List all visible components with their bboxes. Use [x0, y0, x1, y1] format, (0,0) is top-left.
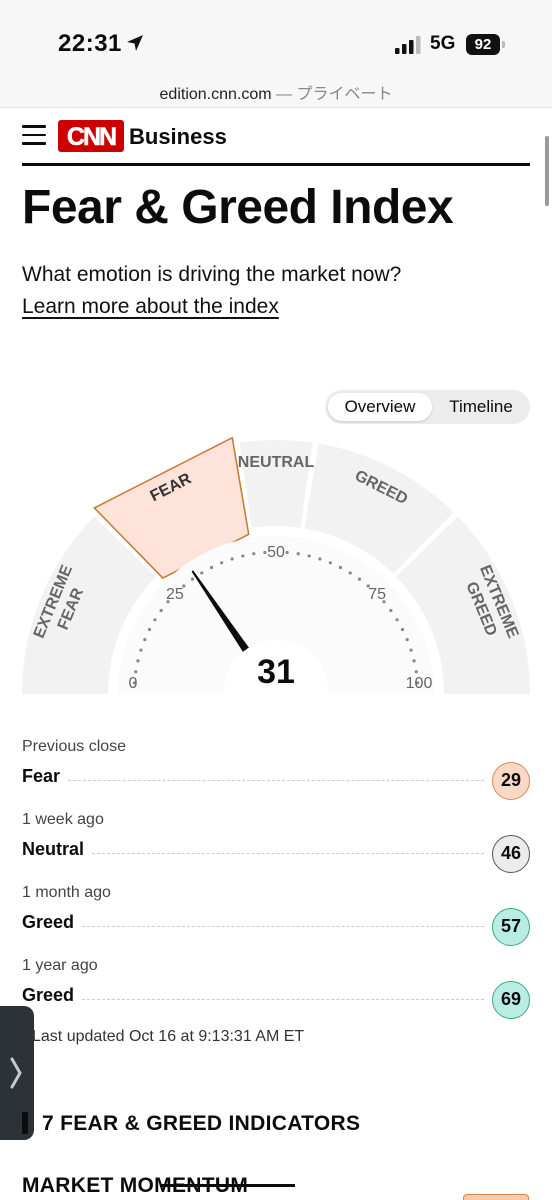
gauge-scale-dot	[285, 550, 289, 555]
history-score-badge: 46	[492, 835, 530, 873]
gauge-scale-dot	[348, 571, 352, 575]
dotted-leader	[92, 853, 484, 854]
gauge-scale-dot	[143, 638, 147, 642]
history-score-badge: 69	[492, 981, 530, 1019]
gauge-scale-dot	[307, 554, 311, 558]
gauge-scale-dot	[209, 565, 214, 570]
history-rating: Greed	[22, 985, 75, 1005]
last-updated: Last updated Oct 16 at 9:13:31 AM ET	[32, 1028, 305, 1045]
svg-text:CNN: CNN	[67, 123, 116, 151]
gauge-scale-dot	[252, 552, 256, 556]
gauge-segment-label: NEUTRAL	[238, 454, 315, 471]
view-toggle: Overview Timeline	[325, 390, 530, 424]
history-rating: Neutral	[22, 839, 85, 859]
gauge-scale-dot	[230, 557, 234, 561]
gauge-tick-label: 75	[368, 586, 386, 603]
gauge-scale-dot	[395, 618, 399, 622]
heading-accent-bar	[22, 1112, 28, 1134]
history-row-previous-close: Previous close Fear 29	[22, 738, 530, 811]
gauge-scale-dot	[134, 670, 138, 674]
tab-overview[interactable]: Overview	[328, 393, 432, 421]
gauge-scale-dot	[296, 552, 300, 556]
history-rating: Fear	[22, 766, 61, 786]
page-title: Fear & Greed Index	[22, 181, 454, 234]
history-row-1-month: 1 month ago Greed 57	[22, 884, 530, 957]
gauge-scale-dot	[263, 550, 267, 555]
gauge-scale-dot	[409, 648, 413, 652]
gauge-scale-dot	[389, 608, 393, 613]
gauge-tick-label: 50	[267, 544, 285, 561]
gauge-scale-dot	[200, 571, 204, 575]
history-row-1-year: 1 year ago Greed 69	[22, 957, 530, 1030]
gauge-tick-label: 0	[129, 675, 138, 692]
gauge-scale-dot	[357, 577, 362, 581]
gauge-scale-dot	[241, 554, 245, 558]
gauge-scale-dot	[153, 618, 157, 622]
gauge-scale-dot	[338, 565, 343, 570]
learn-more-link[interactable]: Learn more about the index	[22, 295, 279, 319]
dotted-leader	[68, 780, 484, 781]
history-list: Previous close Fear 29 1 week ago Neutra…	[22, 738, 530, 1030]
history-when: 1 month ago	[22, 884, 111, 901]
history-when: Previous close	[22, 738, 127, 755]
network-type: 5G	[430, 33, 456, 54]
signal-icon	[395, 36, 421, 54]
rating-tag	[463, 1194, 529, 1200]
history-when: 1 week ago	[22, 811, 104, 828]
gauge-scale-dot	[318, 557, 322, 561]
gauge-scale-dot	[400, 627, 405, 632]
indicators-title-text: 7 FEAR & GREED INDICATORS	[42, 1112, 361, 1135]
url-mode: — プライベート	[271, 86, 393, 103]
gauge-scale-dot	[220, 561, 224, 565]
gauge-scale-dot	[414, 670, 418, 674]
gauge-scale-dot	[412, 659, 416, 663]
history-when: 1 year ago	[22, 957, 98, 974]
status-time: 22:31	[58, 30, 122, 57]
menu-icon[interactable]	[22, 125, 46, 145]
section-name[interactable]: Business	[129, 124, 227, 150]
gauge-scale-dot	[328, 561, 332, 565]
dotted-leader	[82, 999, 484, 1000]
scrollbar[interactable]	[545, 136, 549, 206]
gauge-tick-label: 100	[406, 675, 433, 692]
history-score-badge: 29	[492, 762, 530, 800]
gauge-scale-dot	[159, 608, 163, 613]
location-arrow-icon	[127, 35, 143, 51]
battery-level: 92	[466, 34, 500, 55]
url-domain: edition.cnn.com	[159, 86, 272, 103]
status-bar: 22:31 5G 92	[0, 0, 552, 80]
page-subtitle: What emotion is driving the market now?	[22, 263, 402, 286]
gauge-scale-dot	[405, 638, 409, 642]
cnn-logo[interactable]: CNN	[58, 120, 124, 152]
history-row-1-week: 1 week ago Neutral 46	[22, 811, 530, 884]
fear-greed-gauge: EXTREMEFEARFEARNEUTRALGREEDEXTREMEGREED0…	[22, 436, 530, 702]
gauge-scale-dot	[139, 648, 143, 652]
dotted-leader	[82, 926, 484, 927]
gauge-scale-dot	[147, 627, 152, 632]
overlay-line	[160, 1184, 295, 1187]
gauge-tick-label: 25	[166, 586, 184, 603]
battery-icon: 92	[466, 34, 506, 55]
gauge-value: 31	[257, 653, 295, 691]
site-header: CNN Business	[22, 118, 530, 166]
history-score-badge: 57	[492, 908, 530, 946]
tab-timeline[interactable]: Timeline	[435, 393, 527, 421]
gauge-scale-dot	[136, 659, 140, 663]
history-rating: Greed	[22, 912, 75, 932]
gauge-scale-dot	[190, 577, 195, 581]
url-bar[interactable]: edition.cnn.com — プライベート	[0, 80, 552, 108]
indicators-heading: 7 FEAR & GREED INDICATORS	[22, 1112, 360, 1136]
chevron-right-icon	[10, 1057, 22, 1089]
